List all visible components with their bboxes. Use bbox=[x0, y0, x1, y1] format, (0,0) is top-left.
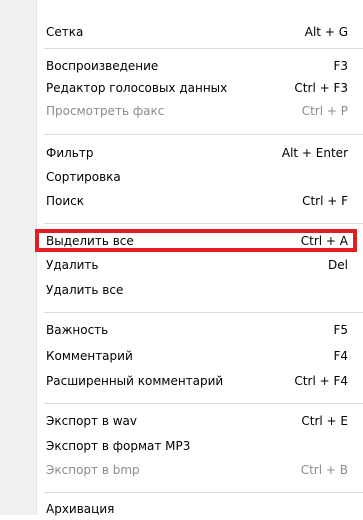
menu-item-shortcut: F5 bbox=[333, 323, 348, 337]
menu-separator bbox=[44, 403, 363, 405]
menu-separator bbox=[44, 48, 363, 50]
menu-item-shortcut: F4 bbox=[333, 349, 348, 363]
menu-separator bbox=[44, 223, 363, 225]
menu-item-label: Архивация bbox=[46, 502, 115, 516]
menu-item-shortcut: Ctrl + E bbox=[301, 414, 348, 428]
menu-item-search[interactable]: Поиск Ctrl + F bbox=[0, 190, 363, 212]
menu-separator bbox=[44, 312, 363, 314]
menu-item-archive[interactable]: Архивация bbox=[0, 498, 363, 520]
menu-item-label: Фильтр bbox=[46, 146, 94, 160]
menu-separator bbox=[44, 134, 363, 136]
selection-highlight-frame bbox=[35, 229, 357, 252]
menu-item-label: Удалить все bbox=[46, 283, 124, 297]
menu-item-label: Поиск bbox=[46, 194, 85, 208]
menu-item-export-bmp[interactable]: Экспорт в bmp Ctrl + B bbox=[0, 459, 363, 481]
menu-item-grid[interactable]: Сетка Alt + G bbox=[0, 21, 363, 43]
menu-item-delete[interactable]: Удалить Del bbox=[0, 254, 363, 276]
menu-item-shortcut: Ctrl + F4 bbox=[294, 374, 348, 388]
menu-item-label: Редактор голосовых данных bbox=[46, 81, 228, 95]
menu-item-label: Сортировка bbox=[46, 170, 121, 184]
menu-item-delete-all[interactable]: Удалить все bbox=[0, 279, 363, 301]
menu-item-export-wav[interactable]: Экспорт в wav Ctrl + E bbox=[0, 410, 363, 432]
menu-item-label: Удалить bbox=[46, 258, 99, 272]
menu-item-shortcut: Ctrl + F bbox=[302, 194, 348, 208]
menu-item-priority[interactable]: Важность F5 bbox=[0, 319, 363, 341]
menu-item-sort[interactable]: Сортировка bbox=[0, 166, 363, 188]
menu-item-extended-comment[interactable]: Расширенный комментарий Ctrl + F4 bbox=[0, 370, 363, 392]
menu-item-label: Экспорт в wav bbox=[46, 414, 137, 428]
menu-item-label: Экспорт в bmp bbox=[46, 463, 140, 477]
menu-item-label: Просмотреть факс bbox=[46, 104, 165, 118]
menu-item-shortcut: Ctrl + B bbox=[300, 463, 348, 477]
menu-item-label: Сетка bbox=[46, 25, 84, 39]
menu-item-playback[interactable]: Воспроизведение F3 bbox=[0, 55, 363, 77]
menu-item-label: Расширенный комментарий bbox=[46, 374, 224, 388]
menu-item-shortcut: F3 bbox=[333, 59, 348, 73]
menu-item-view-fax[interactable]: Просмотреть факс Ctrl + P bbox=[0, 100, 363, 122]
menu-item-shortcut: Ctrl + P bbox=[301, 104, 348, 118]
menu-item-shortcut: Alt + G bbox=[304, 25, 348, 39]
menu-item-shortcut: Del bbox=[328, 258, 348, 272]
menu-item-voice-editor[interactable]: Редактор голосовых данных Ctrl + F3 bbox=[0, 77, 363, 99]
menu-item-label: Комментарий bbox=[46, 349, 133, 363]
menu-item-label: Воспроизведение bbox=[46, 59, 159, 73]
menu-item-shortcut: Alt + Enter bbox=[281, 146, 348, 160]
menu-item-label: Экспорт в формат MP3 bbox=[46, 439, 191, 453]
menu-item-label: Важность bbox=[46, 323, 109, 337]
context-menu: Сетка Alt + G Воспроизведение F3 Редакто… bbox=[0, 0, 363, 516]
menu-separator bbox=[44, 492, 363, 494]
menu-item-export-mp3[interactable]: Экспорт в формат MP3 bbox=[0, 435, 363, 457]
menu-item-comment[interactable]: Комментарий F4 bbox=[0, 345, 363, 367]
menu-item-shortcut: Ctrl + F3 bbox=[294, 81, 348, 95]
menu-item-filter[interactable]: Фильтр Alt + Enter bbox=[0, 142, 363, 164]
